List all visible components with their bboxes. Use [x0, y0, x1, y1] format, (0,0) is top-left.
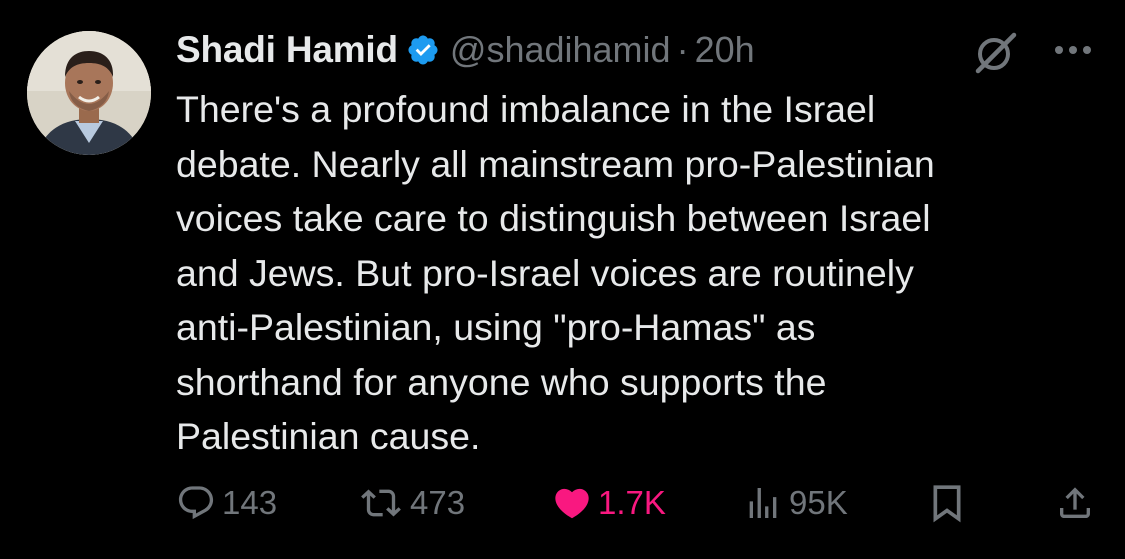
author-handle[interactable]: @shadihamid: [450, 29, 671, 71]
verified-badge-icon: [406, 33, 440, 67]
bookmark-icon: [930, 483, 964, 523]
more-icon[interactable]: [1049, 35, 1097, 65]
reply-count: 143: [222, 484, 278, 521]
views-button[interactable]: 95K: [743, 478, 848, 528]
like-button[interactable]: 1.7K: [552, 478, 666, 528]
repost-button[interactable]: 473: [358, 478, 465, 528]
tweet-header: Shadi Hamid @shadihamid · 20h: [176, 26, 755, 74]
reply-icon: [176, 483, 216, 523]
tweet-text: There's a profound imbalance in the Isra…: [176, 88, 935, 457]
timestamp[interactable]: 20h: [695, 29, 755, 71]
heart-icon: [552, 483, 592, 523]
reply-button[interactable]: 143: [176, 478, 277, 528]
grok-icon[interactable]: [972, 31, 1018, 75]
bookmark-button[interactable]: [930, 478, 964, 528]
share-button[interactable]: [1055, 478, 1095, 528]
repost-count: 473: [410, 484, 466, 521]
author-name[interactable]: Shadi Hamid: [176, 29, 398, 71]
separator: ·: [676, 29, 689, 70]
avatar[interactable]: [27, 31, 151, 155]
views-icon: [743, 483, 783, 523]
tweet-actions: 143 473 1.7K 95K: [0, 478, 1125, 528]
repost-icon: [358, 483, 404, 523]
share-icon: [1055, 483, 1095, 523]
tweet[interactable]: Shadi Hamid @shadihamid · 20h There's a …: [0, 0, 1125, 559]
views-count: 95K: [789, 484, 848, 521]
like-count: 1.7K: [598, 484, 666, 521]
